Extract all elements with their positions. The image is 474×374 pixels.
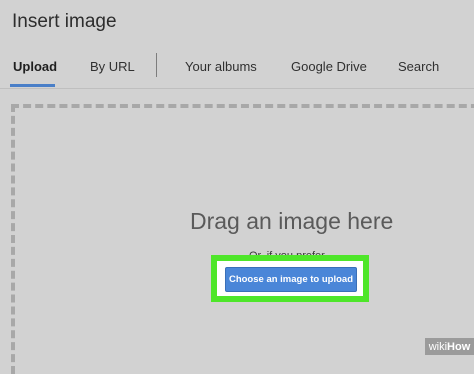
choose-image-button[interactable]: Choose an image to upload: [225, 267, 357, 292]
drop-zone[interactable]: [11, 104, 474, 374]
tab-bar: Upload By URL Your albums Google Drive S…: [0, 46, 474, 88]
dialog-title: Insert image: [12, 11, 117, 32]
tab-search[interactable]: Search: [398, 59, 439, 74]
tab-divider: [156, 53, 157, 77]
header-divider: [0, 88, 474, 89]
watermark-part1: wiki: [428, 340, 448, 353]
active-tab-indicator: [10, 84, 55, 87]
drag-headline: Drag an image here: [190, 208, 394, 234]
tab-google-drive[interactable]: Google Drive: [291, 59, 367, 74]
tab-upload[interactable]: Upload: [13, 59, 57, 74]
watermark-logo: wiki How: [425, 338, 474, 355]
tab-by-url[interactable]: By URL: [90, 59, 135, 74]
tab-your-albums[interactable]: Your albums: [185, 59, 257, 74]
watermark-part2: How: [447, 340, 471, 353]
